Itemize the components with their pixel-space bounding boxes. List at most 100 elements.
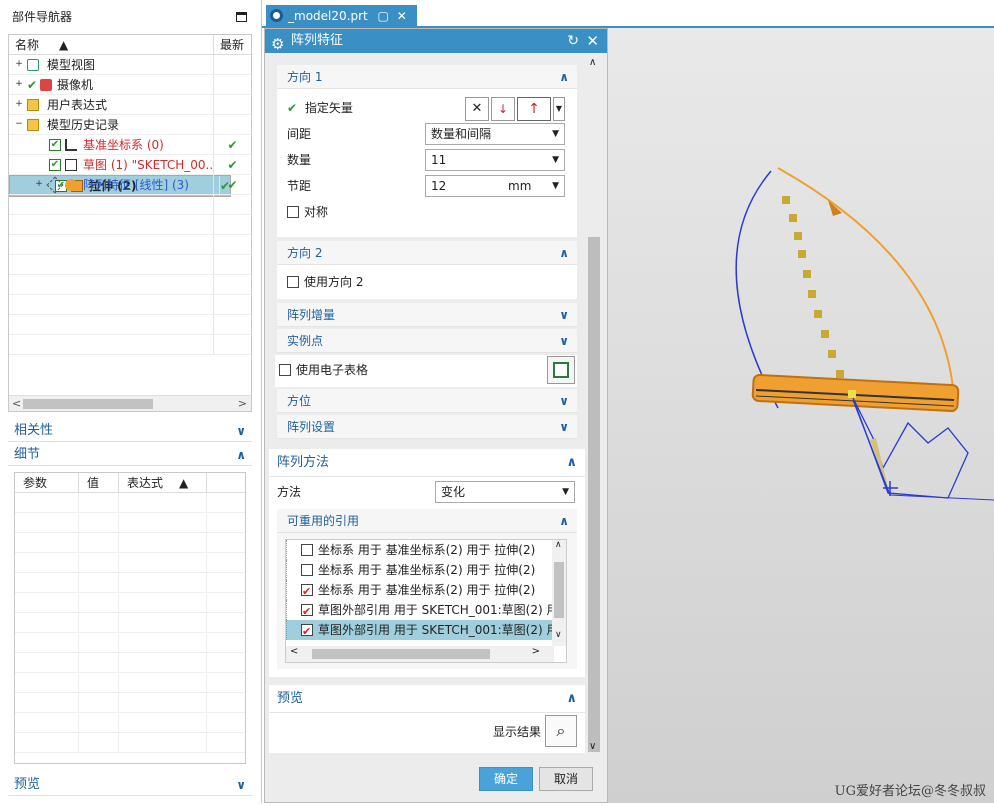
ok-button[interactable]: 确定: [479, 767, 533, 791]
latest-check-icon: ✔: [227, 178, 238, 192]
show-result-magnifier-icon[interactable]: ⌕: [545, 715, 577, 747]
details-header: 参数 值 表达式 ▲: [15, 473, 245, 493]
reference-item[interactable]: 坐标系 用于 基准坐标系(2) 用于 拉伸(2): [286, 580, 566, 602]
maximize-icon[interactable]: [236, 12, 247, 22]
scroll-thumb[interactable]: [588, 237, 600, 752]
chevron-down-icon: ▼: [562, 487, 569, 497]
use-direction2-row[interactable]: 使用方向 2: [277, 269, 577, 295]
reference-checkbox[interactable]: [301, 564, 313, 576]
method-select[interactable]: 变化 ▼: [435, 481, 575, 503]
dependencies-section[interactable]: 相关性 ∨: [8, 420, 252, 442]
model-graphics: [735, 167, 994, 501]
instance-points-panel[interactable]: 实例点 ∨: [277, 329, 577, 353]
tree-item-sketch[interactable]: ✔ 草图 (1) "SKETCH_00... ✔: [9, 155, 251, 175]
tree-item-model-history[interactable]: − 模型历史记录: [9, 115, 251, 135]
direction1-header[interactable]: 方向 1 ∧: [277, 65, 577, 89]
expand-icon[interactable]: +: [15, 60, 23, 69]
count-input[interactable]: 11 ▼: [425, 149, 565, 171]
dialog-scrollbar[interactable]: ∧ ∨: [587, 57, 601, 757]
vector-dropdown-icon[interactable]: ▼: [553, 97, 565, 121]
navigator-title-bar: 部件导航器: [0, 0, 261, 34]
cancel-button[interactable]: 取消: [539, 767, 593, 791]
count-row: 数量 11 ▼: [277, 147, 577, 173]
sort-up-icon: ▲: [179, 476, 189, 490]
vector-dialog-icon[interactable]: ↑: [517, 97, 551, 121]
reference-checkbox-checked[interactable]: [301, 602, 313, 622]
check-icon: ✔: [287, 101, 298, 115]
symmetric-checkbox[interactable]: [287, 206, 299, 218]
expand-icon[interactable]: +: [35, 180, 43, 189]
reference-checkbox-checked[interactable]: [301, 622, 313, 642]
chevron-down-icon: ∨: [559, 394, 569, 408]
pattern-icon: [65, 179, 77, 191]
tree-item-model-views[interactable]: + 模型视图: [9, 55, 251, 75]
pitch-row: 节距 12 mm ▼: [277, 173, 577, 199]
tab-model20[interactable]: _model20.prt ▢ ✕: [266, 5, 417, 28]
close-tab-icon[interactable]: ✕: [397, 9, 407, 23]
scroll-down-icon[interactable]: ∨: [589, 741, 596, 752]
reset-icon[interactable]: ↻: [567, 29, 579, 53]
orientation-panel[interactable]: 方位 ∨: [277, 389, 577, 413]
latest-check-icon: ✔: [227, 158, 238, 172]
column-latest-header[interactable]: 最新: [214, 35, 251, 54]
tree-item-cameras[interactable]: + ✔ 摄像机: [9, 75, 251, 95]
chevron-up-icon: ∧: [559, 514, 569, 528]
tree-item-user-expressions[interactable]: + 用户表达式: [9, 95, 251, 115]
close-icon[interactable]: ✕: [586, 29, 599, 53]
graphics-viewport[interactable]: UG爱好者论坛@冬冬叔叔: [608, 28, 994, 803]
pattern-instances: [782, 196, 844, 378]
collapse-icon[interactable]: −: [15, 120, 23, 129]
scroll-up-icon[interactable]: ∧: [589, 57, 596, 68]
pattern-feature-dialog: ⚙ 阵列特征 ↻ ✕ ∧ ∨ 方向 1 ∧ ✔ 指定矢量 ✕ ↓ ↑ ▼ 间距 数…: [264, 28, 608, 803]
reference-checkbox[interactable]: [301, 544, 313, 556]
pin-icon[interactable]: ▢: [378, 9, 389, 23]
preview-section[interactable]: 预览 ∨: [8, 774, 252, 796]
references-horizontal-scrollbar[interactable]: < >: [286, 646, 554, 662]
preview-header[interactable]: 预览 ∧: [269, 685, 585, 713]
tree-horizontal-scrollbar[interactable]: < >: [9, 395, 251, 411]
reference-checkbox-checked[interactable]: [301, 582, 313, 602]
spacing-select[interactable]: 数量和间隔 ▼: [425, 123, 565, 145]
symmetric-row[interactable]: 对称: [277, 199, 577, 225]
chevron-down-icon: ▼: [552, 155, 559, 165]
gear-icon: ⚙: [271, 35, 285, 53]
pattern-method-header[interactable]: 阵列方法 ∧: [269, 449, 585, 477]
increment-panel[interactable]: 阵列增量 ∨: [277, 303, 577, 327]
expand-icon[interactable]: +: [15, 80, 23, 89]
scroll-thumb[interactable]: [23, 399, 153, 409]
expand-icon[interactable]: +: [15, 100, 23, 109]
reusable-references-group: 可重用的引用 ∧ 坐标系 用于 基准坐标系(2) 用于 拉伸(2) 坐标系 用于 …: [277, 509, 577, 669]
tree-item-datum-csys[interactable]: ✔ 基准坐标系 (0) ✔: [9, 135, 251, 155]
dialog-title: 阵列特征: [291, 33, 344, 48]
chevron-down-icon: ▼: [552, 129, 559, 139]
sketch-icon: [65, 159, 77, 171]
reference-item[interactable]: 坐标系 用于 基准坐标系(2) 用于 拉伸(2): [286, 560, 566, 580]
visibility-checkbox[interactable]: ✔: [49, 139, 61, 151]
method-row: 方法 变化 ▼: [269, 479, 585, 505]
inferred-vector-icon[interactable]: ↓: [491, 97, 515, 121]
tree-item-pattern-feature[interactable]: + 阵列特征 [线性] (3) ✔: [9, 175, 251, 195]
reverse-direction-icon[interactable]: ✕: [465, 97, 489, 121]
reusable-references-header[interactable]: 可重用的引用 ∧: [277, 509, 577, 533]
spacing-row: 间距 数量和间隔 ▼: [277, 121, 577, 147]
spreadsheet-checkbox[interactable]: [279, 364, 291, 376]
column-name-header[interactable]: 名称 ▲: [9, 35, 214, 54]
scroll-right-icon[interactable]: >: [238, 396, 247, 411]
reference-item[interactable]: 坐标系 用于 基准坐标系(2) 用于 拉伸(2): [286, 540, 566, 560]
pitch-input[interactable]: 12 mm ▼: [425, 175, 565, 197]
visibility-checkbox[interactable]: ✔: [49, 159, 61, 171]
direction1-panel: 方向 1 ∧ ✔ 指定矢量 ✕ ↓ ↑ ▼ 间距 数量和间隔 ▼ 数量 11 ▼ 节距…: [277, 65, 577, 237]
reference-item[interactable]: 草图外部引用 用于 SKETCH_001:草图(2) 用: [286, 600, 566, 622]
details-section[interactable]: 细节 ∧: [8, 444, 252, 466]
chevron-down-icon: ∨: [559, 308, 569, 322]
model-view-icon: [27, 59, 39, 71]
use-direction2-checkbox[interactable]: [287, 276, 299, 288]
spreadsheet-icon[interactable]: [547, 356, 575, 384]
pattern-settings-panel[interactable]: 阵列设置 ∨: [277, 415, 577, 439]
scroll-left-icon[interactable]: <: [12, 396, 21, 411]
direction2-header[interactable]: 方向 2 ∧: [277, 241, 577, 265]
direction2-panel: 方向 2 ∧ 使用方向 2: [277, 241, 577, 299]
reference-item-selected[interactable]: 草图外部引用 用于 SKETCH_001:草图(2) 用: [286, 620, 566, 642]
document-tab-bar: _model20.prt ▢ ✕: [262, 0, 994, 28]
references-vertical-scrollbar[interactable]: ∧ ∨: [552, 540, 566, 646]
